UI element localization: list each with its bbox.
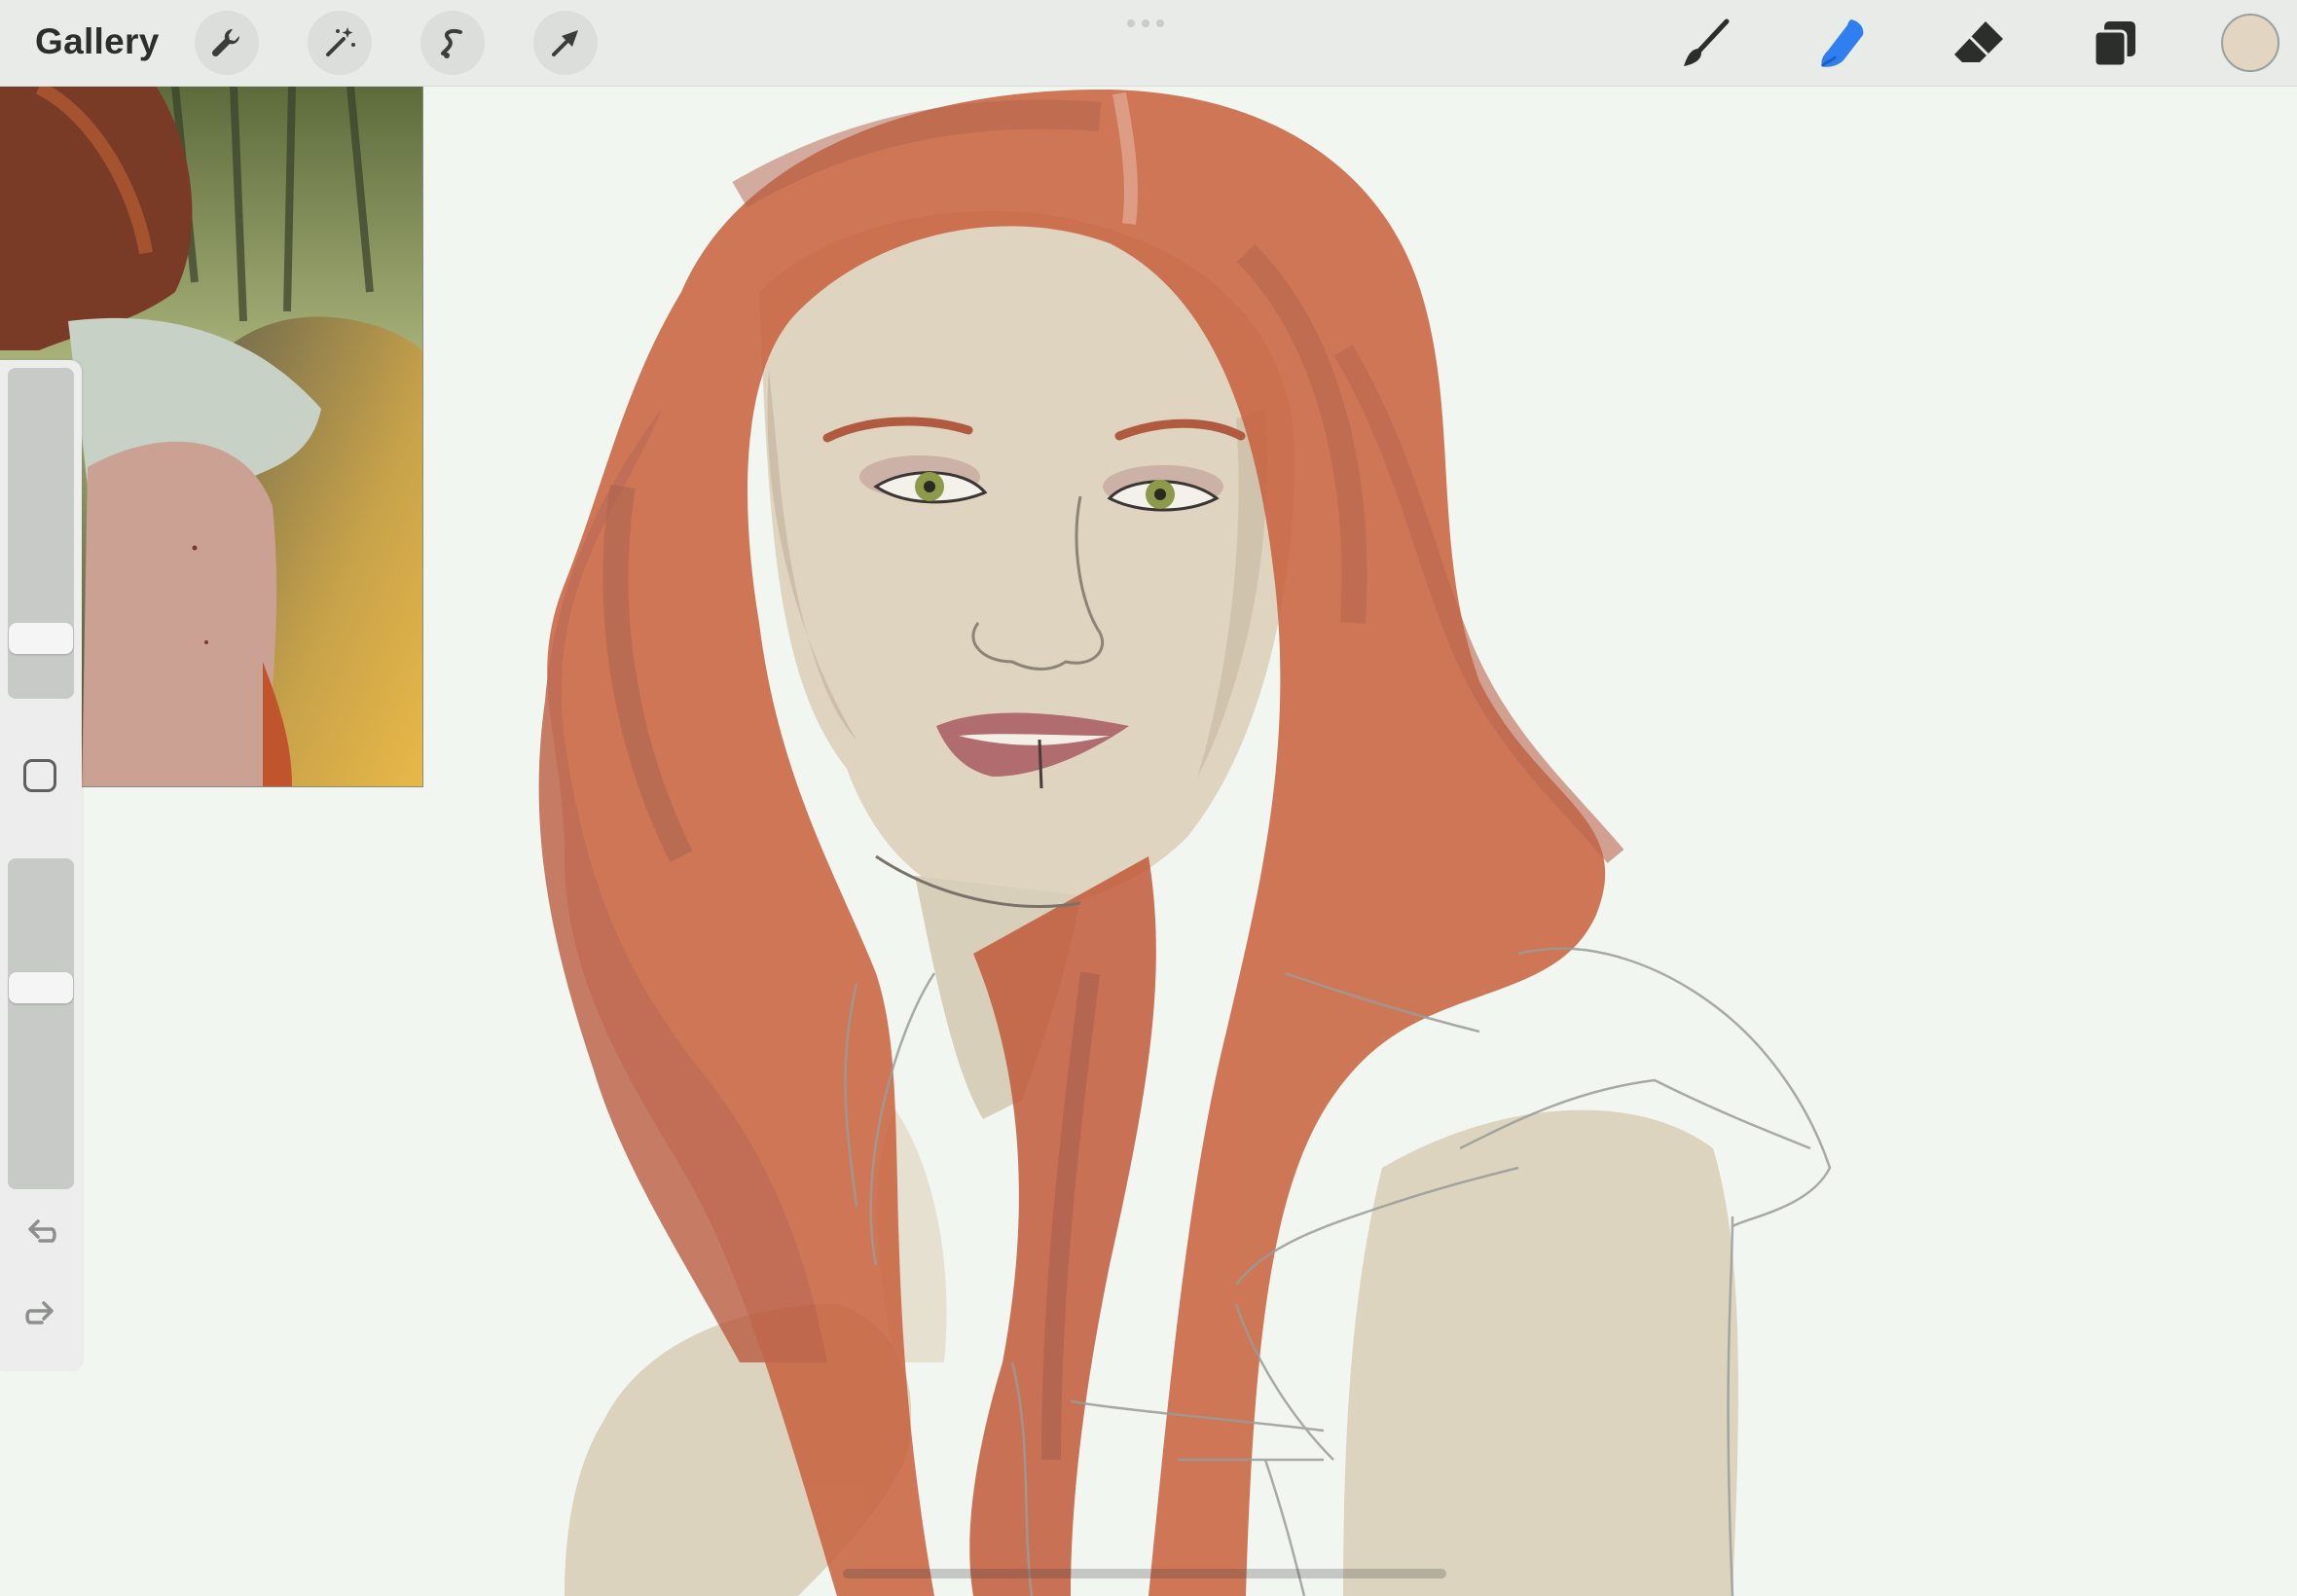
brush-size-slider[interactable] xyxy=(8,368,74,699)
color-swatch[interactable] xyxy=(2221,14,2279,72)
opacity-slider[interactable] xyxy=(8,858,74,1189)
left-sidebar xyxy=(0,360,82,1370)
drag-handle[interactable] xyxy=(1127,19,1164,27)
top-toolbar: Gallery xyxy=(0,0,2297,87)
opacity-knob[interactable] xyxy=(9,972,73,1004)
smudge-icon[interactable] xyxy=(1812,14,1873,74)
magic-wand-icon[interactable] xyxy=(308,11,372,75)
wrench-icon[interactable] xyxy=(195,11,259,75)
undo-icon[interactable] xyxy=(19,1213,62,1255)
brush-icon[interactable] xyxy=(1676,14,1736,74)
gallery-button[interactable]: Gallery xyxy=(35,21,160,62)
selection-s-icon[interactable] xyxy=(420,11,485,75)
arrow-cursor-icon[interactable] xyxy=(533,11,598,75)
square-modify-icon[interactable] xyxy=(23,759,56,792)
brush-size-knob[interactable] xyxy=(9,622,73,654)
redo-icon[interactable] xyxy=(19,1294,62,1337)
eraser-icon[interactable] xyxy=(1949,14,2009,74)
layers-icon[interactable] xyxy=(2085,14,2145,74)
home-indicator[interactable] xyxy=(843,1569,1446,1578)
